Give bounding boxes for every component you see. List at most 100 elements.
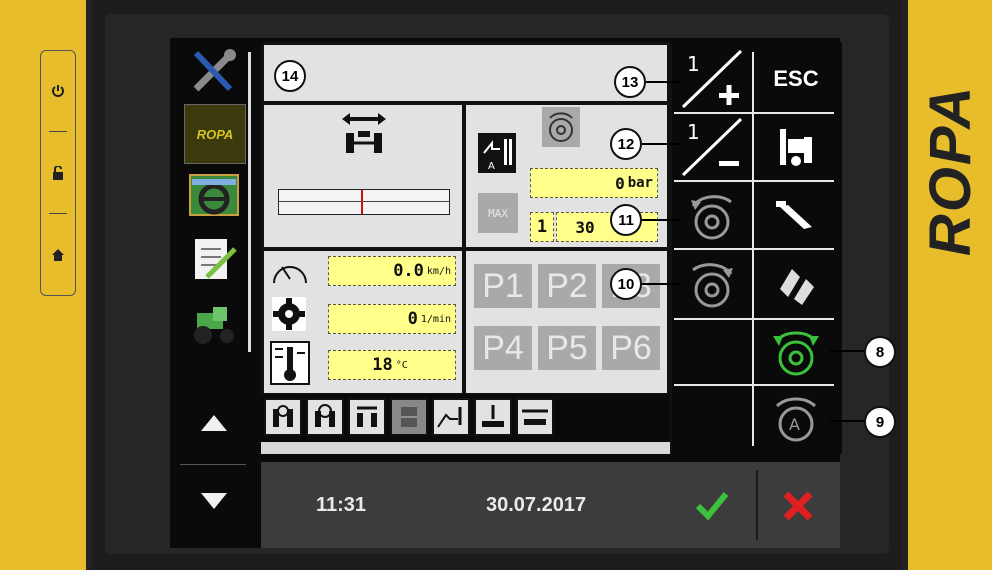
- wrench-screwdriver-icon: [193, 49, 236, 92]
- divider: [674, 384, 754, 386]
- rotor-ccw-softkey[interactable]: [672, 184, 752, 250]
- callout-14: 14: [274, 60, 306, 92]
- arrow-up-icon: [201, 415, 227, 431]
- tool-button-6[interactable]: [474, 398, 512, 436]
- callout-11: 11: [610, 204, 642, 236]
- knife-softkey[interactable]: [756, 184, 836, 250]
- softkey-one-label: 1: [687, 120, 700, 144]
- checklist-icon: [195, 239, 237, 279]
- callout-8: 8: [864, 336, 896, 368]
- callout-12: 12: [610, 128, 642, 160]
- rotor-on-softkey[interactable]: [756, 320, 836, 386]
- speedometer-icon: [273, 266, 307, 284]
- esc-softkey[interactable]: ESC: [756, 46, 836, 112]
- hitch-shift-icon: [357, 406, 377, 427]
- nav-item-settings[interactable]: [184, 46, 244, 96]
- nav-item-steering[interactable]: [184, 170, 244, 220]
- tool-button-4[interactable]: [390, 398, 428, 436]
- callout-9: 9: [864, 406, 896, 438]
- unlock-button[interactable]: [41, 133, 75, 213]
- home-button[interactable]: [41, 215, 75, 295]
- ropa-logo: ROPA: [196, 126, 234, 142]
- rotor-active-icon: [773, 331, 819, 376]
- nav-scrollbar[interactable]: [248, 52, 251, 352]
- divider: [49, 131, 67, 132]
- lift-mode-icon[interactable]: A: [478, 133, 516, 173]
- rotor-cw-icon: [692, 263, 733, 308]
- tool-button-2[interactable]: [306, 398, 344, 436]
- preset-p6-button[interactable]: P6: [602, 326, 660, 370]
- tool-button-3[interactable]: [348, 398, 386, 436]
- divider: [674, 248, 834, 250]
- axle-horizontal-icon: [522, 409, 548, 425]
- max-button[interactable]: MAX: [478, 193, 518, 233]
- cross-icon: [783, 491, 813, 521]
- divider: [49, 213, 67, 214]
- rotor-cw-softkey[interactable]: [672, 252, 752, 318]
- callout-leader: [646, 81, 680, 83]
- callout-10: 10: [610, 268, 642, 300]
- divider: [180, 464, 246, 465]
- callout-leader: [642, 143, 680, 145]
- level-minus-softkey[interactable]: 1: [672, 114, 752, 180]
- home-icon: [52, 249, 64, 261]
- tool-button-1[interactable]: [264, 398, 302, 436]
- tool-button-5[interactable]: [432, 398, 470, 436]
- scroll-up-button[interactable]: [184, 398, 244, 448]
- level-plus-softkey[interactable]: 1: [672, 46, 752, 112]
- clock-time: 11:31: [316, 494, 367, 516]
- rpm-field: 0 1/min: [328, 304, 456, 334]
- power-button[interactable]: [41, 51, 75, 131]
- rotor-auto-icon: A: [775, 397, 817, 442]
- callout-leader: [642, 283, 680, 285]
- rotor-auto-softkey[interactable]: A: [756, 386, 836, 452]
- nav-item-checklist[interactable]: [184, 234, 244, 284]
- rotor-ccw-icon: [691, 195, 732, 240]
- preset-p4-button[interactable]: P4: [474, 326, 532, 370]
- harvester-front-icon: [780, 129, 812, 166]
- lift-arrows-icon: [437, 407, 462, 428]
- grid-icon: [401, 407, 417, 427]
- callout-leader: [642, 219, 680, 221]
- hitch-softkey[interactable]: [756, 114, 836, 180]
- axle-shift-panel[interactable]: [261, 102, 465, 250]
- brand-logo: ROPA: [918, 84, 984, 256]
- check-icon: [695, 492, 729, 521]
- speed-field: 0.0 km/h: [328, 256, 456, 286]
- axle-offset-bar: [278, 189, 450, 215]
- gear-icon: [272, 297, 306, 331]
- softkey-one-label: 1: [687, 52, 700, 76]
- rotor-icon: [542, 107, 580, 147]
- callout-leader: [830, 350, 864, 352]
- confirm-button[interactable]: [692, 488, 732, 524]
- header-bar: [261, 42, 670, 104]
- power-icon: [52, 85, 64, 97]
- callout-leader: [830, 420, 864, 422]
- pressure-field: 0 bar: [530, 168, 658, 198]
- svg-text:A: A: [488, 161, 495, 172]
- lift-icon: A: [483, 139, 512, 172]
- svg-text:A: A: [789, 415, 800, 434]
- axle-shift-icon: [342, 113, 386, 153]
- level-value-field: 30: [556, 212, 658, 242]
- clean-softkey[interactable]: [756, 252, 836, 318]
- nav-item-ropa[interactable]: ROPA: [184, 104, 246, 164]
- steering-wheel-icon: [189, 174, 239, 216]
- cleaning-icon: [780, 269, 814, 305]
- callout-13: 13: [614, 66, 646, 98]
- scroll-down-button[interactable]: [184, 476, 244, 526]
- preset-p5-button[interactable]: P5: [538, 326, 596, 370]
- preset-p1-button[interactable]: P1: [474, 264, 532, 308]
- nav-item-vehicle[interactable]: [184, 300, 244, 350]
- axle-position-marker: [361, 190, 363, 214]
- thermometer-icon: [270, 341, 310, 385]
- tool-button-7[interactable]: [516, 398, 554, 436]
- arrow-down-icon: [201, 493, 227, 509]
- preset-p2-button[interactable]: P2: [538, 264, 596, 308]
- rotate-plus-icon: 1: [681, 49, 743, 109]
- hitch-speed-icon: [315, 404, 335, 427]
- divider: [756, 470, 758, 540]
- unlock-icon: [53, 166, 63, 180]
- cancel-button[interactable]: [780, 488, 816, 524]
- clock-date: 30.07.2017: [486, 494, 587, 516]
